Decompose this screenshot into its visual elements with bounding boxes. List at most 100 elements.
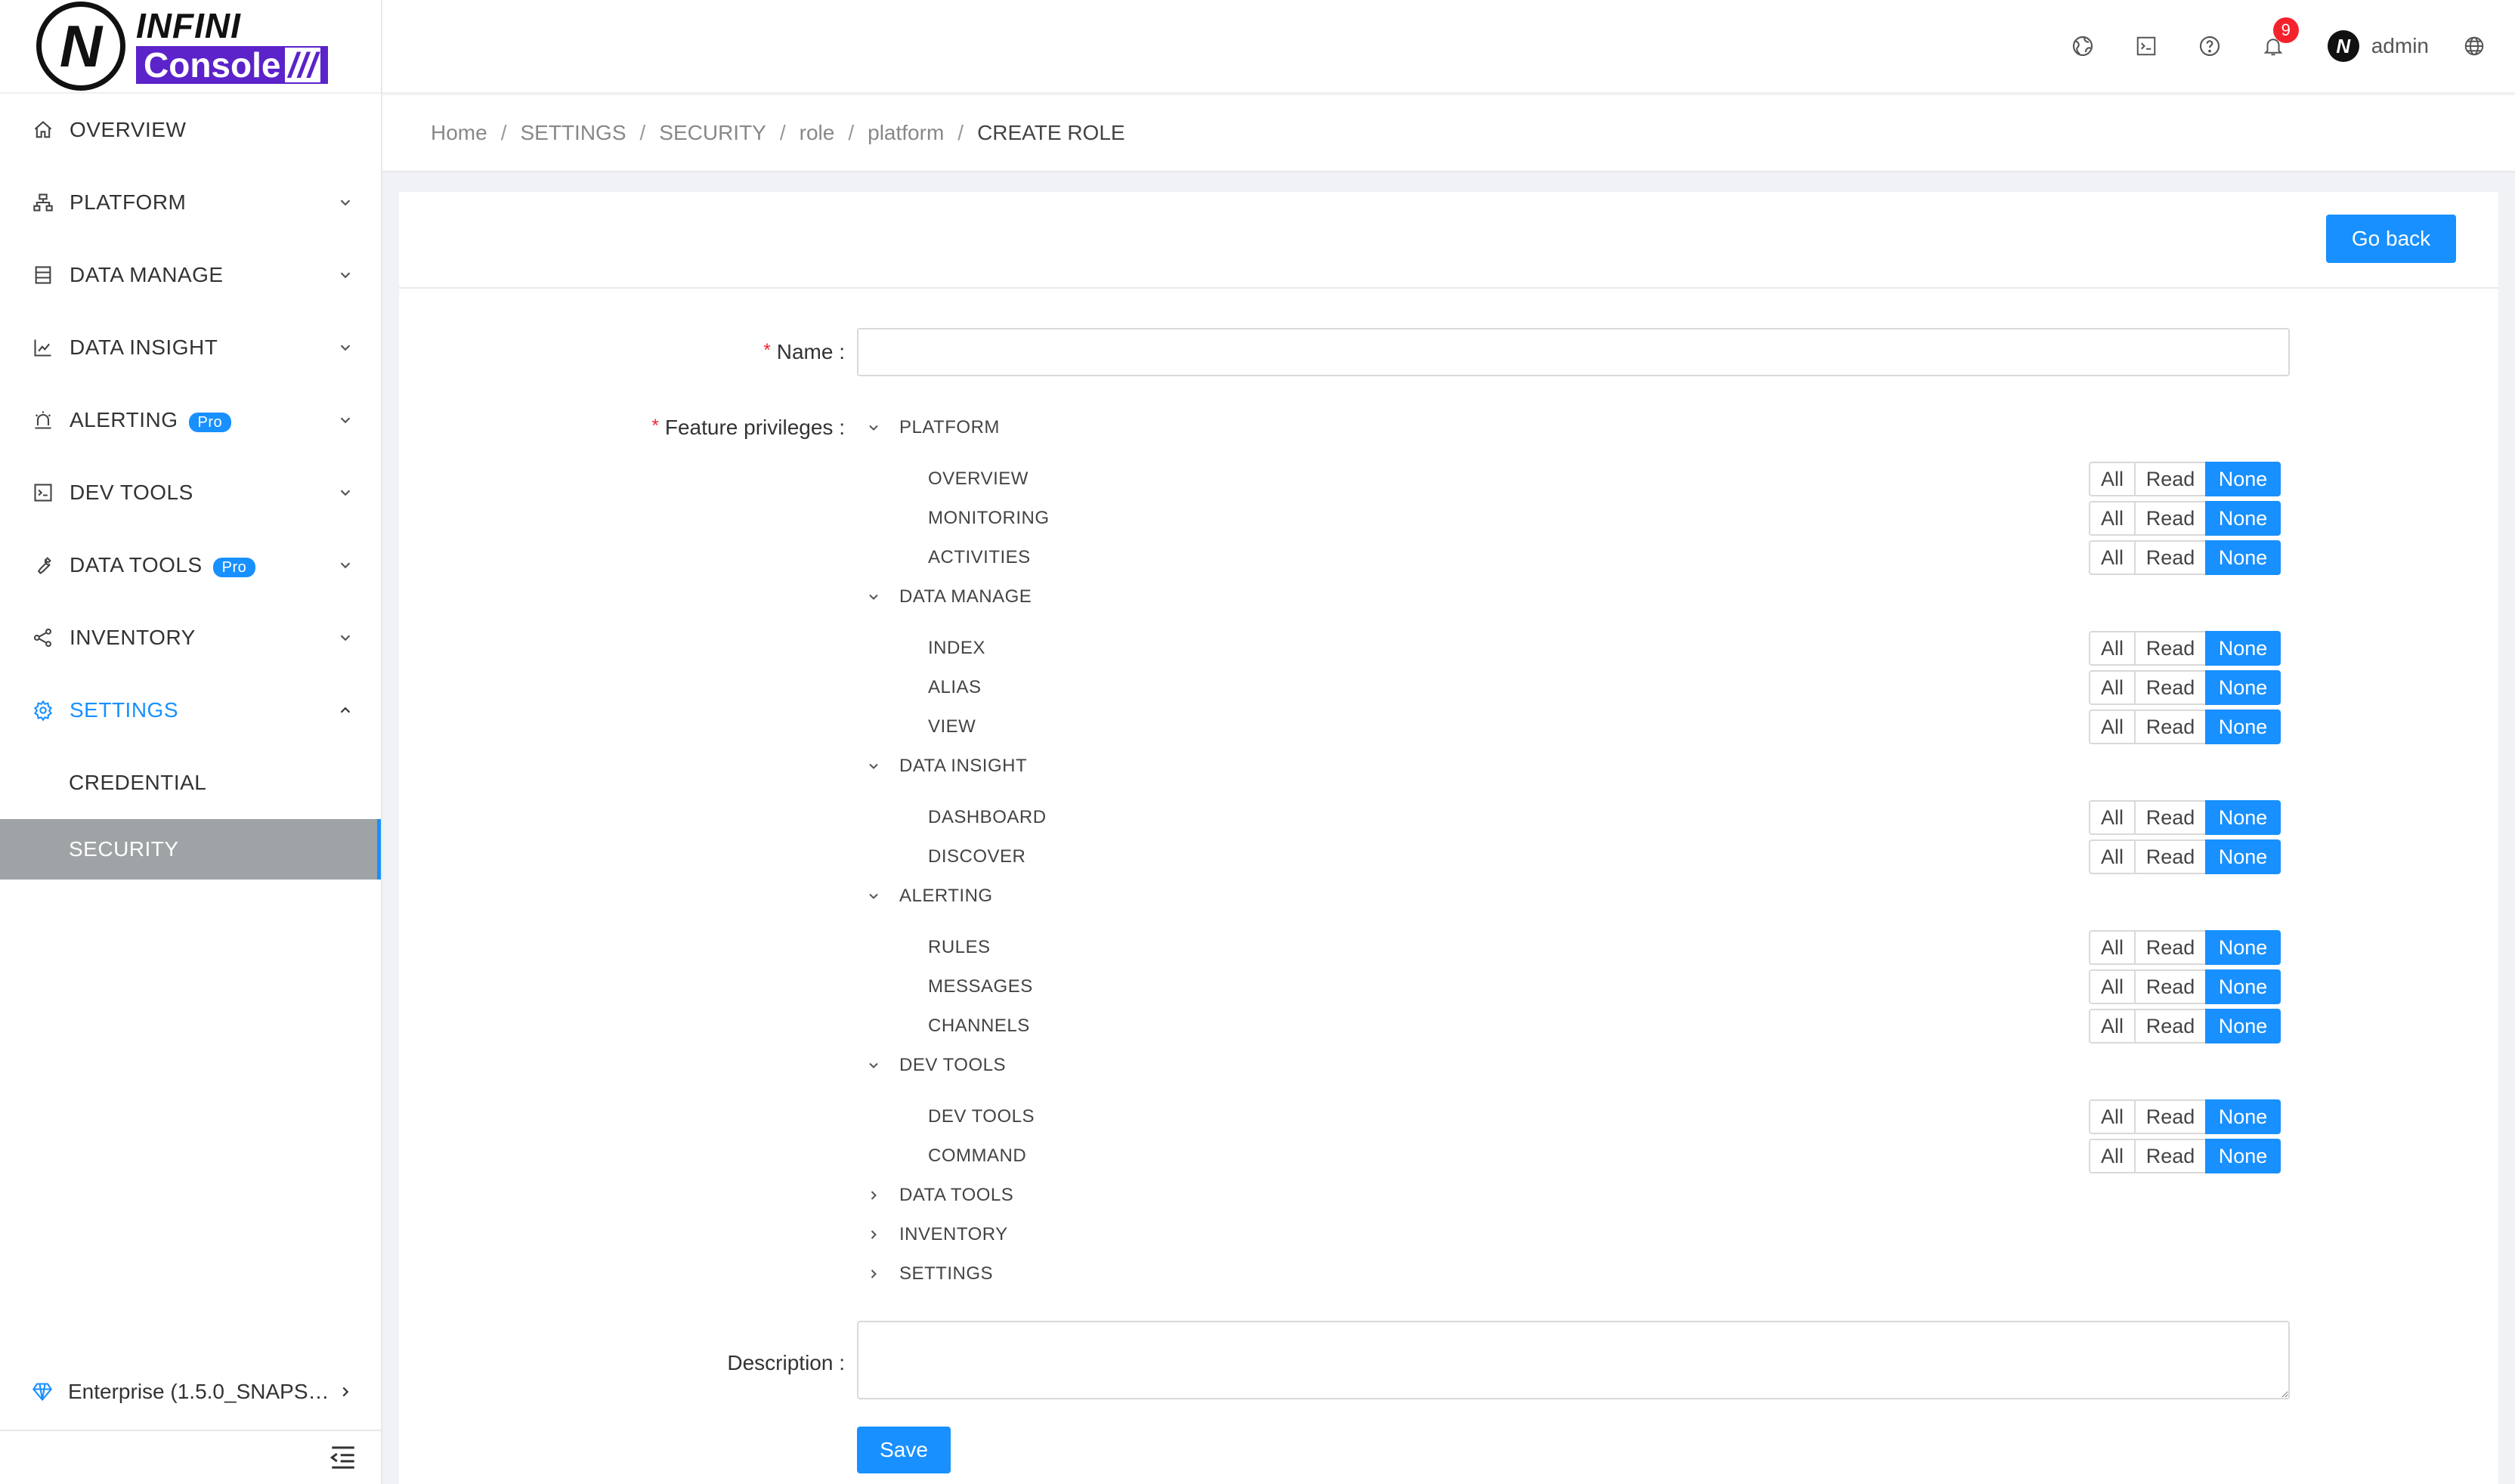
- privilege-group-settings[interactable]: SETTINGS: [866, 1259, 993, 1289]
- option-none[interactable]: None: [2205, 839, 2281, 874]
- privilege-group-dev-tools[interactable]: DEV TOOLS: [866, 1050, 1006, 1081]
- option-all[interactable]: All: [2089, 1099, 2136, 1134]
- option-none[interactable]: None: [2205, 1099, 2281, 1134]
- breadcrumb-separator: /: [779, 121, 786, 144]
- option-read[interactable]: Read: [2134, 969, 2207, 1004]
- breadcrumb-settings[interactable]: SETTINGS: [520, 121, 626, 145]
- help-button[interactable]: [2178, 14, 2241, 78]
- option-read[interactable]: Read: [2134, 930, 2207, 965]
- option-read[interactable]: Read: [2134, 1099, 2207, 1134]
- option-all[interactable]: All: [2089, 631, 2136, 666]
- sidebar: N INFINI Console /// OVERVIEW PLATFORM D…: [0, 0, 382, 1484]
- sidebar-item-alerting[interactable]: ALERTING Pro: [0, 384, 381, 456]
- user-menu[interactable]: N admin: [2327, 30, 2429, 62]
- option-all[interactable]: All: [2089, 969, 2136, 1004]
- option-none[interactable]: None: [2205, 462, 2281, 496]
- option-all[interactable]: All: [2089, 800, 2136, 835]
- option-none[interactable]: None: [2205, 501, 2281, 536]
- option-read[interactable]: Read: [2134, 800, 2207, 835]
- privilege-item-label: INDEX: [928, 638, 985, 658]
- sidebar-item-data-manage[interactable]: DATA MANAGE: [0, 239, 381, 311]
- option-none[interactable]: None: [2205, 969, 2281, 1004]
- option-read[interactable]: Read: [2134, 839, 2207, 874]
- sidebar-item-data-tools[interactable]: DATA TOOLS Pro: [0, 529, 381, 601]
- language-button[interactable]: [2452, 14, 2497, 78]
- terminal-icon: [2135, 35, 2158, 57]
- option-read[interactable]: Read: [2134, 710, 2207, 744]
- option-none[interactable]: None: [2205, 670, 2281, 705]
- database-icon: [32, 264, 54, 286]
- option-none[interactable]: None: [2205, 540, 2281, 575]
- logo-infini: INFINI: [136, 6, 241, 45]
- option-all[interactable]: All: [2089, 1139, 2136, 1173]
- option-all[interactable]: All: [2089, 670, 2136, 705]
- version-info[interactable]: Enterprise (1.5.0_SNAPSHOT): [0, 1354, 381, 1430]
- option-all[interactable]: All: [2089, 501, 2136, 536]
- sidebar-item-dev-tools[interactable]: DEV TOOLS: [0, 456, 381, 529]
- sidebar-item-credential[interactable]: CREDENTIAL: [0, 747, 381, 819]
- breadcrumb-platform[interactable]: platform: [868, 121, 944, 145]
- sidebar-item-platform[interactable]: PLATFORM: [0, 166, 381, 239]
- option-read[interactable]: Read: [2134, 501, 2207, 536]
- user-name: admin: [2371, 34, 2429, 57]
- globe-icon: [2463, 35, 2486, 57]
- sidebar-item-inventory[interactable]: INVENTORY: [0, 601, 381, 674]
- wrench-icon: [32, 554, 54, 577]
- option-all[interactable]: All: [2089, 710, 2136, 744]
- privilege-group-data-manage[interactable]: DATA MANAGE: [866, 582, 1032, 612]
- share-nodes-icon: [32, 626, 54, 649]
- option-all[interactable]: All: [2089, 1009, 2136, 1043]
- option-none[interactable]: None: [2205, 800, 2281, 835]
- description-textarea[interactable]: [857, 1321, 2290, 1399]
- chart-icon: [32, 336, 54, 359]
- option-read[interactable]: Read: [2134, 462, 2207, 496]
- option-all[interactable]: All: [2089, 540, 2136, 575]
- name-input[interactable]: [857, 328, 2290, 376]
- privilege-group-inventory[interactable]: INVENTORY: [866, 1220, 1008, 1250]
- sidebar-item-data-insight[interactable]: DATA INSIGHT: [0, 311, 381, 384]
- console-button[interactable]: [2114, 14, 2178, 78]
- option-all[interactable]: All: [2089, 462, 2136, 496]
- sidebar-item-overview[interactable]: OVERVIEW: [0, 94, 381, 166]
- notifications-button[interactable]: 9: [2241, 14, 2305, 78]
- option-none[interactable]: None: [2205, 1139, 2281, 1173]
- sidebar-item-settings[interactable]: SETTINGS: [0, 674, 381, 747]
- option-read[interactable]: Read: [2134, 540, 2207, 575]
- chevron-down-icon: [337, 194, 354, 211]
- privilege-group-platform[interactable]: PLATFORM: [866, 413, 1000, 443]
- chevron-down-icon: [337, 412, 354, 428]
- diamond-icon: [32, 1381, 53, 1402]
- privilege-group-data-insight[interactable]: DATA INSIGHT: [866, 751, 1027, 781]
- option-none[interactable]: None: [2205, 710, 2281, 744]
- option-all[interactable]: All: [2089, 839, 2136, 874]
- breadcrumb-role[interactable]: role: [800, 121, 835, 145]
- privilege-item-label: ALIAS: [928, 677, 982, 697]
- save-button[interactable]: Save: [857, 1427, 951, 1473]
- top-header: 9 N admin: [382, 0, 2515, 94]
- cluster-switch-button[interactable]: [2051, 14, 2114, 78]
- option-none[interactable]: None: [2205, 1009, 2281, 1043]
- option-read[interactable]: Read: [2134, 1009, 2207, 1043]
- feature-privileges-label: * Feature privileges :: [651, 416, 845, 439]
- privilege-group-label: DATA INSIGHT: [899, 756, 1028, 776]
- breadcrumb-home[interactable]: Home: [431, 121, 487, 145]
- sidebar-item-label: SETTINGS: [70, 698, 179, 722]
- breadcrumb-current: CREATE ROLE: [977, 121, 1125, 144]
- privilege-group-alerting[interactable]: ALERTING: [866, 881, 993, 911]
- sidebar-item-security[interactable]: SECURITY: [0, 819, 381, 880]
- option-none[interactable]: None: [2205, 930, 2281, 965]
- option-read[interactable]: Read: [2134, 631, 2207, 666]
- chevron-down-icon: [866, 1058, 881, 1073]
- privilege-item-label: ACTIVITIES: [928, 547, 1031, 567]
- option-read[interactable]: Read: [2134, 1139, 2207, 1173]
- option-none[interactable]: None: [2205, 631, 2281, 666]
- option-all[interactable]: All: [2089, 930, 2136, 965]
- privilege-selector: All Read None: [2089, 1099, 2281, 1134]
- go-back-button[interactable]: Go back: [2326, 215, 2456, 263]
- collapse-sidebar-button[interactable]: [0, 1430, 381, 1484]
- breadcrumb-security[interactable]: SECURITY: [659, 121, 766, 145]
- privilege-group-label: DATA TOOLS: [899, 1185, 1014, 1205]
- logo[interactable]: N INFINI Console ///: [0, 0, 381, 94]
- privilege-group-data-tools[interactable]: DATA TOOLS: [866, 1180, 1013, 1210]
- option-read[interactable]: Read: [2134, 670, 2207, 705]
